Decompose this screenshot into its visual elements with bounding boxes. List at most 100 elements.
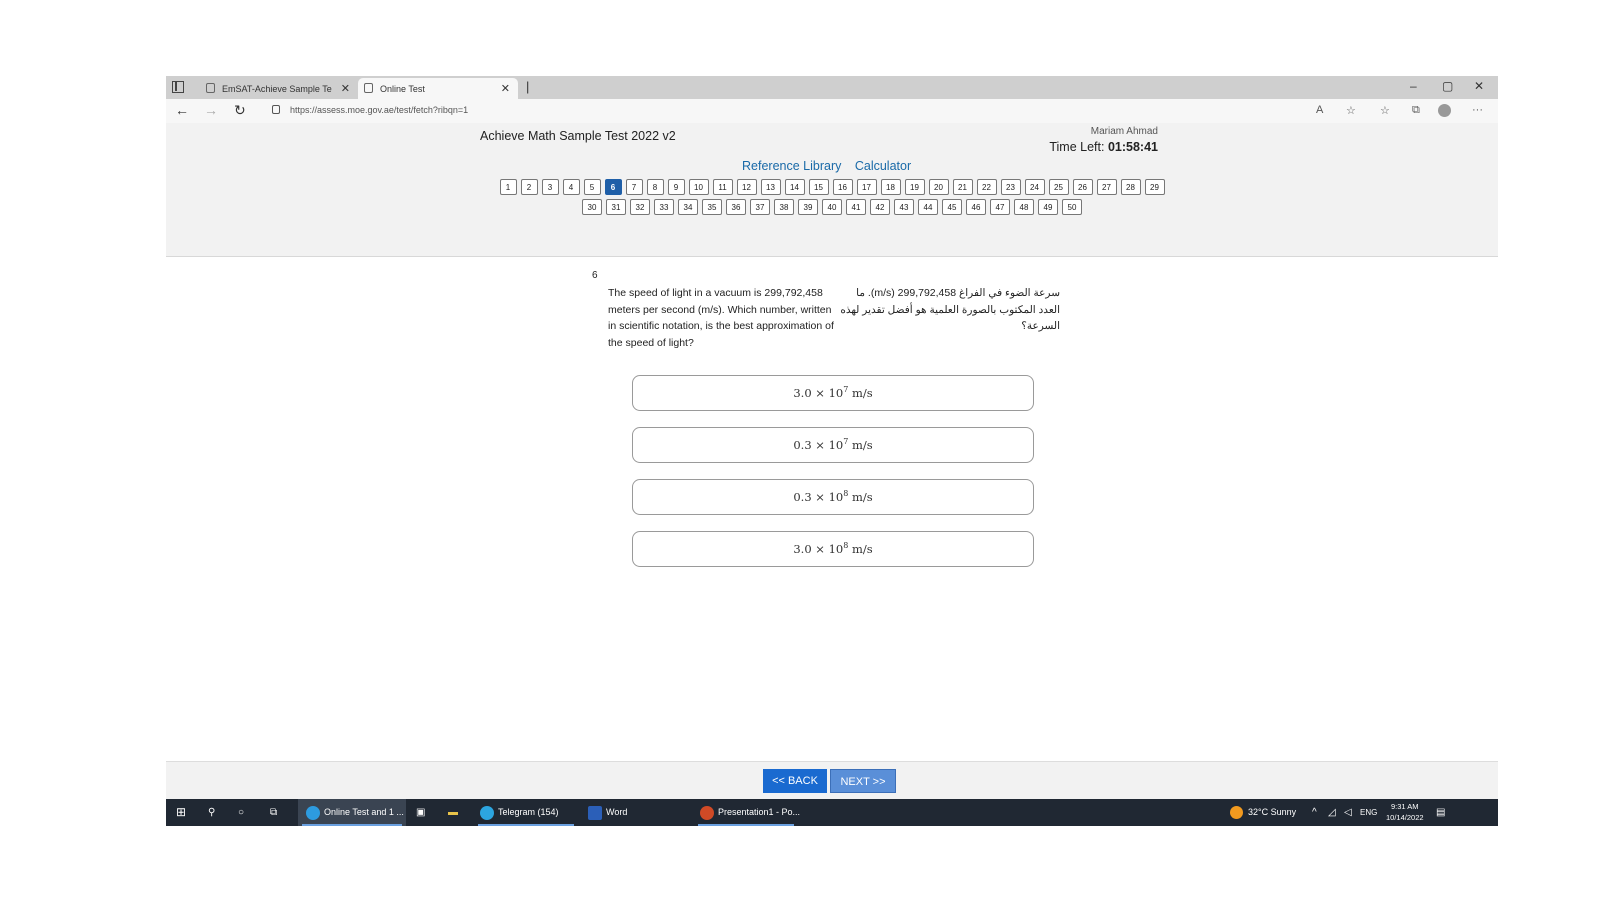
question-nav-button[interactable]: 1 [499,179,517,195]
tab-online-test[interactable]: Online Test ✕ [358,78,518,99]
favorite-star-icon[interactable]: ☆ [1346,104,1356,117]
answer-choice-3[interactable]: 0.3 × 108 m/s [632,479,1034,515]
question-nav-button[interactable]: 32 [630,199,650,215]
question-nav-button[interactable]: 7 [625,179,643,195]
collections-icon[interactable]: ⧉ [1412,104,1420,117]
favorites-icon[interactable]: ☆ [1380,104,1390,117]
question-nav-button[interactable]: 49 [1038,199,1058,215]
question-nav-button[interactable]: 6 [604,179,622,195]
network-icon[interactable]: ◿ [1328,799,1336,826]
question-nav-button[interactable]: 30 [582,199,602,215]
clock[interactable]: 9:31 AM 10/14/2022 [1386,801,1424,823]
question-nav-button[interactable]: 41 [846,199,866,215]
question-nav-button[interactable]: 16 [832,179,853,195]
question-nav-button[interactable]: 11 [712,179,733,195]
chevron-up-icon[interactable]: ^ [1312,799,1317,826]
search-icon[interactable]: ⚲ [208,799,215,826]
new-tab-icon[interactable]: | [526,79,529,94]
tab-emsat[interactable]: EmSAT-Achieve Sample Test ✕ [200,78,358,99]
windows-start-icon[interactable]: ⊞ [176,799,186,826]
minimize-icon[interactable]: – [1410,79,1417,93]
question-nav-button[interactable]: 15 [808,179,829,195]
more-menu-icon[interactable]: ··· [1472,104,1483,116]
refresh-icon[interactable]: ↻ [234,102,246,119]
question-nav-button[interactable]: 28 [1120,179,1141,195]
question-nav-button[interactable]: 20 [928,179,949,195]
question-nav-button[interactable]: 38 [774,199,794,215]
question-nav-button[interactable]: 17 [856,179,877,195]
time-left-label: Time Left: [1049,140,1105,154]
url-input[interactable]: https://assess.moe.gov.ae/test/fetch?rib… [290,105,468,115]
next-button[interactable]: NEXT >> [830,769,896,793]
taskbar-app-powerpoint[interactable]: Presentation1 - Po... [694,799,800,826]
choice-unit: m/s [848,385,873,400]
question-nav-button[interactable]: 44 [918,199,938,215]
close-window-icon[interactable]: ✕ [1474,79,1484,93]
question-nav-button[interactable]: 42 [870,199,890,215]
question-nav-button[interactable]: 14 [784,179,805,195]
taskbar-app-edge[interactable]: Online Test and 1 ... [298,799,406,826]
calculator-link[interactable]: Calculator [855,159,911,173]
answer-choice-4[interactable]: 3.0 × 108 m/s [632,531,1034,567]
question-nav-button[interactable]: 46 [966,199,986,215]
question-nav-button[interactable]: 19 [904,179,925,195]
question-nav-button[interactable]: 39 [798,199,818,215]
store-icon[interactable]: ▣ [416,799,425,826]
question-nav-button[interactable]: 18 [880,179,901,195]
question-nav-button[interactable]: 25 [1048,179,1069,195]
question-nav-button[interactable]: 45 [942,199,962,215]
question-nav-button[interactable]: 8 [646,179,664,195]
taskbar-app-telegram[interactable]: Telegram (154) [474,799,578,826]
maximize-icon[interactable]: ▢ [1442,79,1453,93]
question-nav-button[interactable]: 35 [702,199,722,215]
question-nav-button[interactable]: 33 [654,199,674,215]
question-nav-button[interactable]: 27 [1096,179,1117,195]
question-nav-button[interactable]: 2 [520,179,538,195]
forward-arrow-icon[interactable]: → [204,102,218,118]
volume-icon[interactable]: ◁ [1344,799,1352,826]
file-explorer-icon[interactable]: ▬ [448,799,458,826]
question-nav-button[interactable]: 29 [1144,179,1165,195]
question-nav-button[interactable]: 43 [894,199,914,215]
read-aloud-icon[interactable]: A [1316,104,1323,116]
back-button[interactable]: << BACK [763,769,827,793]
question-nav-button[interactable]: 5 [583,179,601,195]
answer-choice-2[interactable]: 0.3 × 107 m/s [632,427,1034,463]
language-indicator[interactable]: ENG [1360,799,1377,826]
question-nav-button[interactable]: 36 [726,199,746,215]
question-nav-button[interactable]: 47 [990,199,1010,215]
question-nav-button[interactable]: 3 [541,179,559,195]
telegram-icon [480,805,494,820]
lock-icon[interactable] [272,105,280,114]
weather-text[interactable]: 32°C Sunny [1248,799,1296,826]
cortana-icon[interactable]: ○ [238,799,244,826]
question-nav-button[interactable]: 50 [1062,199,1082,215]
close-icon[interactable]: ✕ [341,82,350,95]
clock-date: 10/14/2022 [1386,813,1424,822]
profile-avatar-icon[interactable] [1438,104,1451,117]
question-nav-button[interactable]: 31 [606,199,626,215]
answer-choice-1[interactable]: 3.0 × 107 m/s [632,375,1034,411]
question-nav-button[interactable]: 40 [822,199,842,215]
question-nav-button[interactable]: 26 [1072,179,1093,195]
taskbar-app-word[interactable]: Word [582,799,690,826]
question-nav-button[interactable]: 24 [1024,179,1045,195]
back-arrow-icon[interactable]: ← [175,102,189,118]
task-view-icon[interactable]: ⧉ [270,799,277,826]
question-nav-button[interactable]: 37 [750,199,770,215]
tab-actions-icon[interactable] [172,81,184,93]
question-nav-button[interactable]: 21 [952,179,973,195]
question-nav-button[interactable]: 22 [976,179,997,195]
question-nav-button[interactable]: 48 [1014,199,1034,215]
notifications-icon[interactable]: ▤ [1436,799,1445,826]
question-nav-button[interactable]: 23 [1000,179,1021,195]
reference-library-link[interactable]: Reference Library [742,159,841,173]
question-nav-button[interactable]: 4 [562,179,580,195]
question-nav-button[interactable]: 34 [678,199,698,215]
question-nav-button[interactable]: 9 [667,179,685,195]
question-nav-button[interactable]: 10 [688,179,709,195]
weather-sun-icon[interactable] [1230,799,1243,826]
close-icon[interactable]: ✕ [501,82,510,95]
question-nav-button[interactable]: 13 [760,179,781,195]
question-nav-button[interactable]: 12 [736,179,757,195]
